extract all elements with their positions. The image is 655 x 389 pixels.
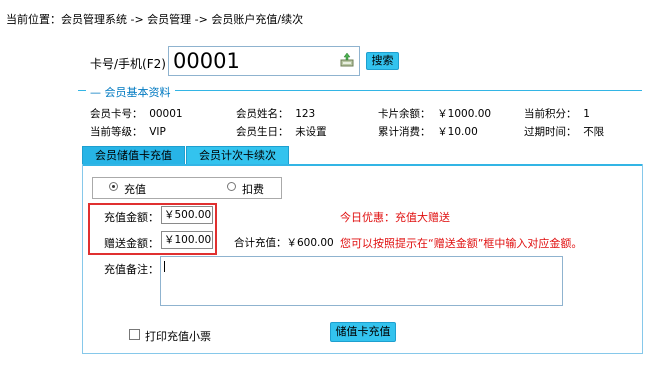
breadcrumb: 当前位置：会员管理系统 -> 会员管理 -> 会员账户充值/续次 <box>6 13 304 26</box>
bonus-hint: 您可以按照提示在“赠送金额”框中输入对应金额。 <box>340 237 583 250</box>
total-spent: 累计消费： ￥10.00 <box>378 126 478 138</box>
recharge-amount-input[interactable]: ￥500.00 <box>161 206 213 224</box>
member-info-title: — 会员基本资料 <box>86 84 175 100</box>
member-card-no: 会员卡号： 00001 <box>90 108 183 120</box>
remark-label: 充值备注： <box>104 263 159 276</box>
recharge-submit-button[interactable]: 储值卡充值 <box>330 322 396 342</box>
remark-textarea[interactable] <box>160 256 563 306</box>
member-birthday: 会员生日： 未设置 <box>236 126 327 138</box>
bonus-amount-input[interactable]: ￥100.00 <box>161 231 213 249</box>
recharge-radio-label: 充值 <box>124 183 146 196</box>
deduct-radio-label: 扣费 <box>242 183 264 196</box>
card-number-label: 卡号/手机(F2)： <box>90 57 178 71</box>
card-reader-icon[interactable] <box>339 52 355 68</box>
tab-stored-value-recharge[interactable]: 会员储值卡充值 <box>82 146 185 164</box>
recharge-radio[interactable] <box>109 182 118 191</box>
member-level: 当前等级： VIP <box>90 126 166 138</box>
tab-count-card-renewal[interactable]: 会员计次卡续次 <box>186 146 289 164</box>
print-receipt-label: 打印充值小票 <box>145 330 211 343</box>
text-cursor <box>164 261 165 272</box>
deduct-radio[interactable] <box>227 182 236 191</box>
search-button[interactable]: 搜索 <box>366 52 399 70</box>
print-receipt-checkbox[interactable] <box>129 329 140 340</box>
card-balance: 卡片余额： ￥1000.00 <box>378 108 492 120</box>
card-number-input[interactable]: 00001 <box>168 46 360 76</box>
promo-text: 今日优惠：充值大赠送 <box>340 211 450 224</box>
recharge-amount-label: 充值金额： <box>104 211 159 224</box>
member-name: 会员姓名： 123 <box>236 108 316 120</box>
current-points: 当前积分： 1 <box>524 108 590 120</box>
expiry-time: 过期时间： 不限 <box>524 126 605 138</box>
bonus-amount-label: 赠送金额： <box>104 237 159 250</box>
total-recharge: 合计充值：￥600.00 <box>234 237 334 249</box>
